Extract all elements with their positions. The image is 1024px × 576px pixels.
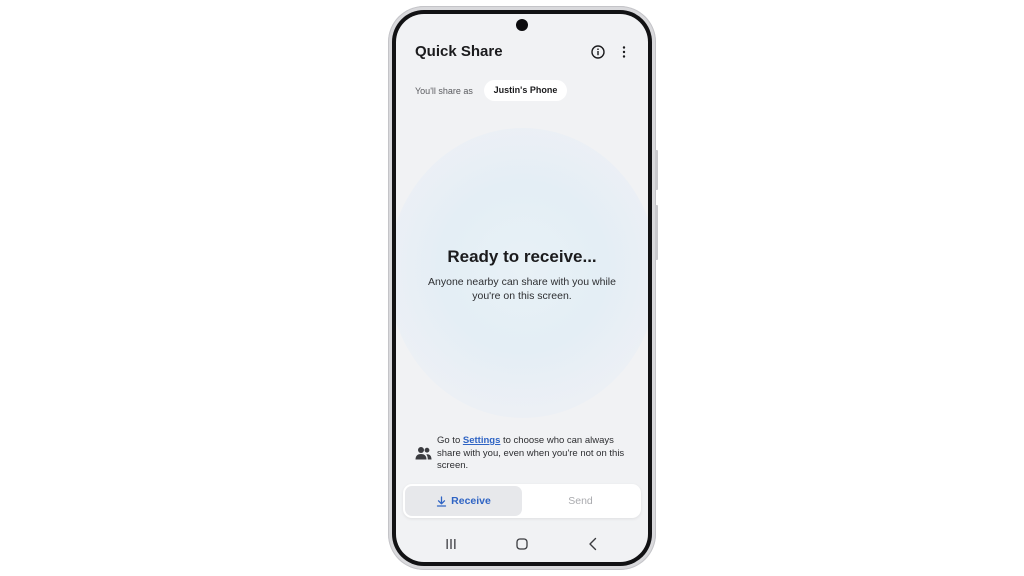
phone-screen: Quick Share You'll share as Justin's Pho… — [396, 14, 648, 562]
navigation-bar — [396, 534, 648, 554]
tab-receive[interactable]: Receive — [405, 486, 522, 516]
back-icon[interactable] — [586, 537, 600, 551]
volume-button — [655, 205, 658, 260]
settings-note-prefix: Go to — [437, 435, 463, 446]
power-button — [655, 150, 658, 190]
people-icon — [415, 447, 432, 460]
status-description: Anyone nearby can share with you while y… — [428, 276, 616, 302]
tab-send[interactable]: Send — [522, 486, 639, 516]
info-icon[interactable] — [591, 45, 605, 59]
front-camera — [516, 19, 528, 31]
recents-icon[interactable] — [444, 537, 458, 551]
share-as-label: You'll share as — [415, 86, 473, 96]
tab-receive-label: Receive — [451, 495, 491, 507]
download-icon — [436, 495, 447, 507]
home-icon[interactable] — [515, 537, 529, 551]
settings-note: Go to Settings to choose who can always … — [437, 435, 637, 473]
tab-send-label: Send — [568, 495, 593, 507]
stage: Quick Share You'll share as Justin's Pho… — [0, 0, 1024, 576]
device-name-chip[interactable]: Justin's Phone — [484, 80, 567, 101]
mode-tabbar: Receive Send — [403, 484, 641, 518]
status-heading: Ready to receive... — [447, 247, 597, 266]
more-vert-icon[interactable] — [617, 45, 631, 59]
receive-glow — [396, 128, 648, 418]
app-title: Quick Share — [415, 43, 503, 60]
settings-link[interactable]: Settings — [463, 435, 500, 446]
